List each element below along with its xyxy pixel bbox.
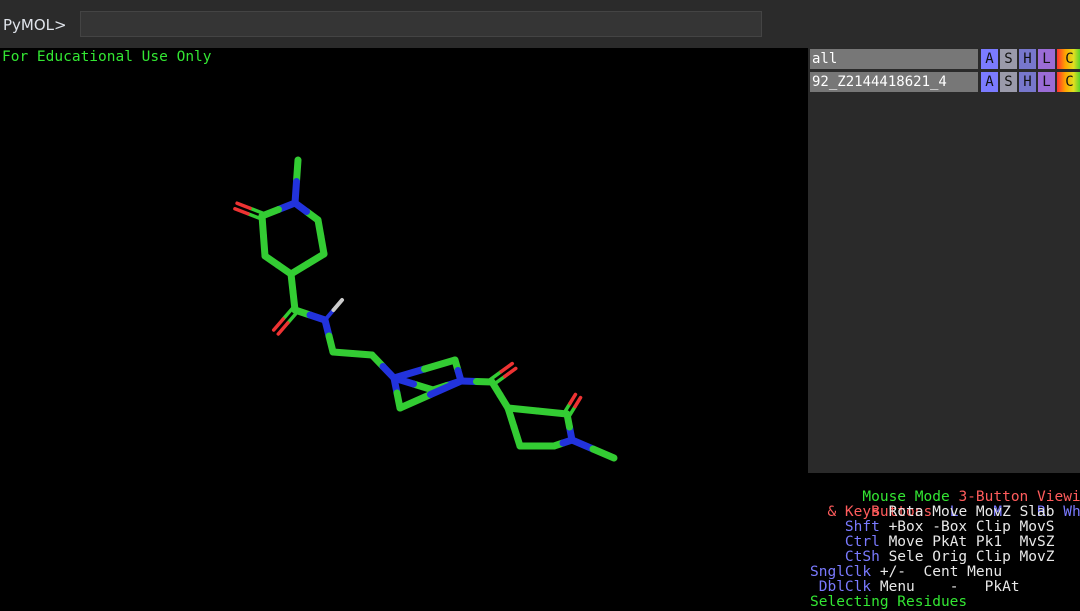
bond-stick[interactable] [534, 407, 571, 418]
command-input[interactable] [80, 11, 762, 37]
command-bar: PyMOL> [0, 0, 1080, 48]
object-name[interactable]: 92_Z2144418621_4 [810, 72, 978, 92]
bond-stick[interactable] [568, 392, 578, 406]
object-panel: all A S H L C 92_Z2144418621_4 A S H L C… [808, 48, 1080, 611]
object-name[interactable]: all [810, 49, 978, 69]
mouse-mode-row: & Keys Rota Move MovZ Slab [827, 504, 1055, 520]
bond-stick[interactable] [248, 206, 265, 215]
bond-stick[interactable] [396, 391, 434, 412]
bond-stick[interactable] [235, 201, 252, 210]
selecting-mode-label: Selecting Residues [810, 594, 968, 610]
molecule-stick-model[interactable] [0, 48, 808, 611]
label-button[interactable]: L [1037, 72, 1055, 92]
mouse-mode-row: DblClk Menu - PkAt [818, 579, 1020, 595]
color-button[interactable]: C [1056, 72, 1080, 92]
mouse-mode-row: Shft +Box -Box Clip MovS [844, 519, 1055, 535]
show-button[interactable]: S [999, 72, 1017, 92]
color-button[interactable]: C [1056, 49, 1080, 69]
bond-stick[interactable] [573, 395, 583, 409]
hide-button[interactable]: H [1018, 72, 1036, 92]
bond-stick[interactable] [589, 445, 618, 462]
bond-stick[interactable] [291, 199, 310, 215]
molecular-viewer[interactable]: For Educational Use Only [0, 48, 808, 611]
educational-watermark: For Educational Use Only [2, 49, 212, 65]
object-row-all[interactable]: all A S H L C [810, 49, 1080, 69]
mouse-mode-row: Ctrl Move PkAt Pk1 MvSZ [844, 534, 1055, 550]
bond-stick[interactable] [233, 207, 250, 216]
bond-stick[interactable] [421, 356, 459, 373]
command-prompt-label: PyMOL> [3, 16, 67, 34]
label-button[interactable]: L [1037, 49, 1055, 69]
object-row-ligand[interactable]: 92_Z2144418621_4 A S H L C [810, 72, 1080, 92]
action-button[interactable]: A [980, 72, 998, 92]
mouse-mode-row: CtSh Sele Orig Clip MovZ [844, 549, 1055, 565]
bond-stick[interactable] [331, 298, 344, 312]
action-button[interactable]: A [980, 49, 998, 69]
show-button[interactable]: S [999, 49, 1017, 69]
hide-button[interactable]: H [1018, 49, 1036, 69]
mouse-mode-row: SnglClk +/- Cent Menu [810, 564, 1003, 580]
mouse-mode-panel[interactable]: Mouse Mode 3-Button Viewing Buttons L M … [808, 473, 1080, 611]
bond-stick[interactable] [504, 404, 541, 415]
